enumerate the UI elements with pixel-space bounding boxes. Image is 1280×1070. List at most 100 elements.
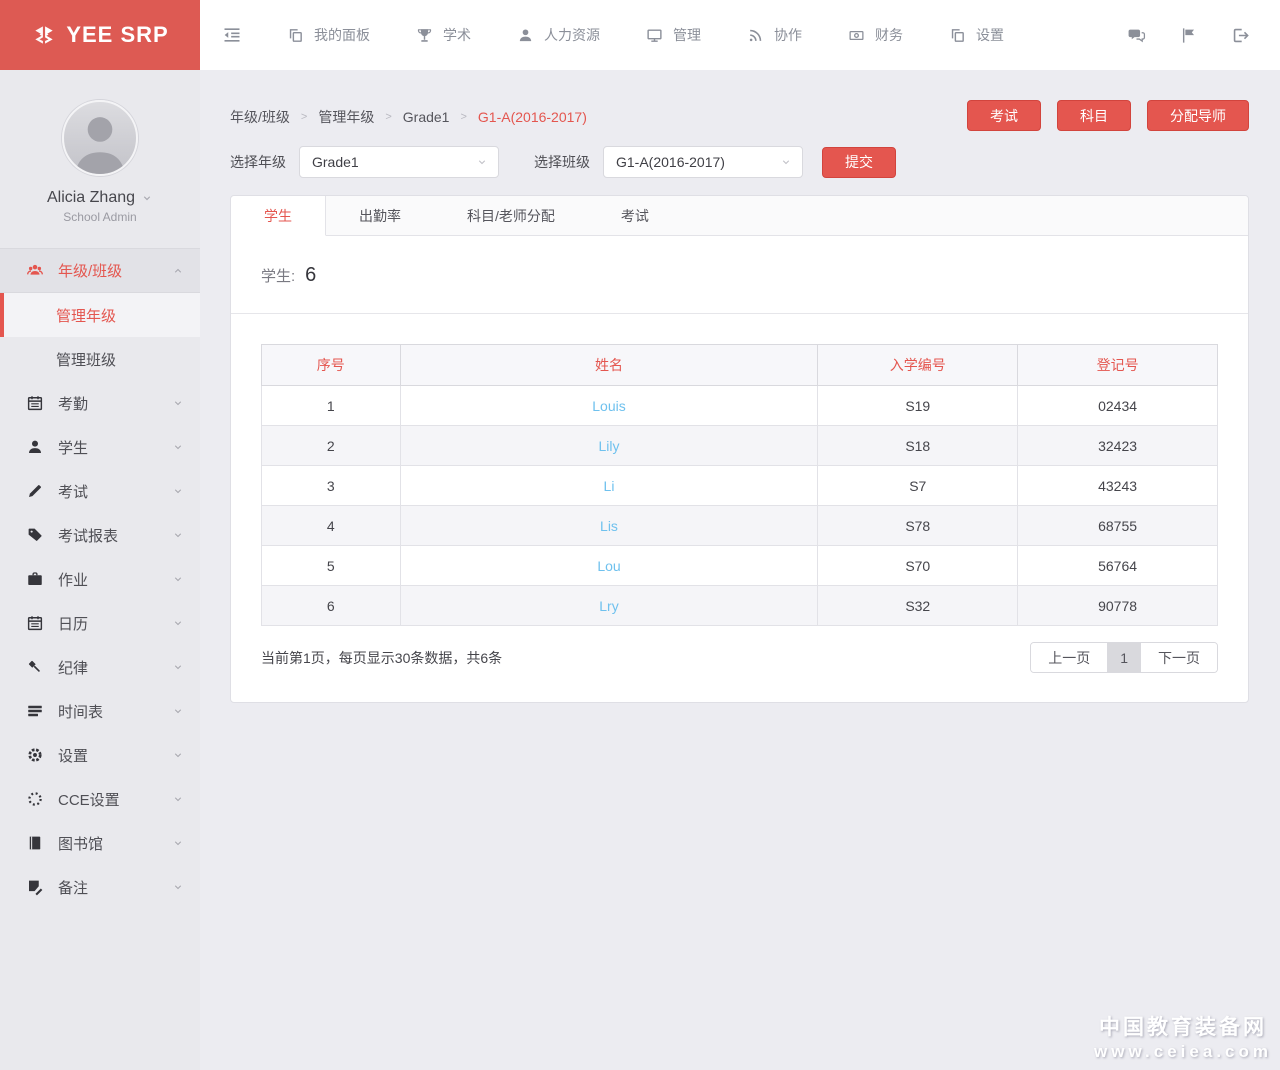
student-name-link[interactable]: Lry (599, 598, 618, 614)
sidebar-item-exams[interactable]: 考试 (0, 469, 200, 513)
sidebar-item-label: 年级/班级 (58, 260, 122, 281)
cell-serial: 5 (262, 546, 401, 586)
student-name-link[interactable]: Louis (592, 398, 625, 414)
table-row: 5 Lou S70 56764 (262, 546, 1218, 586)
sidebar-item-remarks[interactable]: 备注 (0, 865, 200, 909)
chevron-down-icon (172, 441, 184, 453)
user-name-dropdown[interactable]: Alicia Zhang (0, 189, 200, 207)
flag-icon (1179, 26, 1198, 45)
sidebar-subitem-manage-grades[interactable]: 管理年级 (0, 293, 200, 337)
col-header-serial[interactable]: 序号 (262, 345, 401, 386)
gear-icon (26, 746, 45, 765)
cell-serial: 1 (262, 386, 401, 426)
sidebar-item-students[interactable]: 学生 (0, 425, 200, 469)
current-page-button[interactable]: 1 (1107, 643, 1140, 672)
student-count-summary: 学生: 6 (231, 236, 1248, 314)
student-name-link[interactable]: Lou (597, 558, 620, 574)
nav-item-collaborate[interactable]: 协作 (724, 0, 825, 70)
assign-tutor-button[interactable]: 分配导师 (1147, 100, 1249, 131)
watermark-url: www.ceiea.com (1094, 1042, 1272, 1062)
nav-item-finance[interactable]: 财务 (825, 0, 926, 70)
sidebar-subitem-label: 管理年级 (56, 305, 116, 326)
nav-item-dashboard[interactable]: 我的面板 (264, 0, 393, 70)
tab-subject-teacher-assign[interactable]: 科目/老师分配 (434, 196, 588, 235)
flag-button[interactable] (1162, 0, 1214, 70)
col-header-register-no[interactable]: 登记号 (1018, 345, 1218, 386)
tab-bar: 学生 出勤率 科目/老师分配 考试 (231, 196, 1248, 236)
sidebar-item-cce-settings[interactable]: CCE设置 (0, 777, 200, 821)
sidebar-item-label: 考勤 (58, 393, 88, 414)
chat-button[interactable] (1110, 0, 1162, 70)
chevron-down-icon (172, 881, 184, 893)
student-name-link[interactable]: Li (604, 478, 615, 494)
breadcrumb: 年级/班级 > 管理年级 > Grade1 > G1-A(2016-2017) (230, 100, 587, 127)
tab-exams[interactable]: 考试 (588, 196, 682, 235)
sidebar-item-label: 作业 (58, 569, 88, 590)
sidebar-item-library[interactable]: 图书馆 (0, 821, 200, 865)
cell-admission-no: S70 (818, 546, 1018, 586)
book-icon (26, 834, 45, 853)
student-count-value: 6 (305, 264, 316, 287)
nav-item-settings[interactable]: 设置 (926, 0, 1027, 70)
submit-button[interactable]: 提交 (822, 147, 896, 178)
sidebar-item-label: CCE设置 (58, 789, 120, 810)
breadcrumb-current: G1-A(2016-2017) (478, 109, 587, 125)
cell-serial: 2 (262, 426, 401, 466)
chevron-down-icon (172, 661, 184, 673)
chevron-down-icon (172, 529, 184, 541)
breadcrumb-separator: > (385, 111, 391, 123)
chevron-down-icon (172, 749, 184, 761)
logout-button[interactable] (1214, 0, 1266, 70)
student-name-link[interactable]: Lily (598, 438, 619, 454)
sidebar-item-grades-classes[interactable]: 年级/班级 (0, 249, 200, 293)
sidebar-item-label: 考试 (58, 481, 88, 502)
users-group-icon (26, 261, 45, 280)
grade-select[interactable]: Grade1 (299, 146, 499, 178)
sidebar-item-discipline[interactable]: 纪律 (0, 645, 200, 689)
cell-serial: 4 (262, 506, 401, 546)
sidebar-collapse-toggle[interactable] (200, 0, 264, 70)
student-name-link[interactable]: Lis (600, 518, 618, 534)
chevron-down-icon (172, 485, 184, 497)
cell-register-no: 90778 (1018, 586, 1218, 626)
copy-icon (949, 27, 966, 44)
avatar[interactable] (62, 100, 138, 176)
breadcrumb-item[interactable]: 管理年级 (318, 107, 374, 127)
nav-item-hr[interactable]: 人力资源 (494, 0, 623, 70)
col-header-name[interactable]: 姓名 (400, 345, 818, 386)
chevron-up-icon (172, 265, 184, 277)
chevron-down-icon (172, 573, 184, 585)
cell-admission-no: S32 (818, 586, 1018, 626)
prev-page-button[interactable]: 上一页 (1031, 643, 1107, 672)
nav-item-label: 设置 (976, 25, 1004, 45)
students-table-wrap: 序号 姓名 入学编号 登记号 1 Louis S19 02434 2 (231, 314, 1248, 626)
chevron-down-icon (172, 617, 184, 629)
breadcrumb-item[interactable]: 年级/班级 (230, 107, 290, 127)
sidebar-item-homework[interactable]: 作业 (0, 557, 200, 601)
exam-button[interactable]: 考试 (967, 100, 1041, 131)
nav-item-admin[interactable]: 管理 (623, 0, 724, 70)
subject-button[interactable]: 科目 (1057, 100, 1131, 131)
briefcase-icon (26, 570, 45, 589)
user-name: Alicia Zhang (47, 189, 135, 207)
cell-serial: 6 (262, 586, 401, 626)
breadcrumb-item[interactable]: Grade1 (403, 109, 450, 125)
nav-item-label: 财务 (875, 25, 903, 45)
sidebar-item-timetable[interactable]: 时间表 (0, 689, 200, 733)
sidebar-item-calendar[interactable]: 日历 (0, 601, 200, 645)
sidebar-item-settings[interactable]: 设置 (0, 733, 200, 777)
col-header-admission-no[interactable]: 入学编号 (818, 345, 1018, 386)
next-page-button[interactable]: 下一页 (1140, 643, 1217, 672)
sidebar-item-exam-reports[interactable]: 考试报表 (0, 513, 200, 557)
filter-bar: 选择年级 Grade1 选择班级 G1-A(2016-2017) 提交 (230, 146, 1249, 178)
class-select[interactable]: G1-A(2016-2017) (603, 146, 803, 178)
tab-students[interactable]: 学生 (231, 196, 326, 236)
table-row: 1 Louis S19 02434 (262, 386, 1218, 426)
sidebar-subitem-manage-classes[interactable]: 管理班级 (0, 337, 200, 381)
sidebar-item-attendance[interactable]: 考勤 (0, 381, 200, 425)
nav-item-academic[interactable]: 学术 (393, 0, 494, 70)
tab-attendance-rate[interactable]: 出勤率 (326, 196, 434, 235)
brand-logo[interactable]: YEE SRP (0, 0, 200, 70)
sidebar-item-label: 学生 (58, 437, 88, 458)
pagination-controls: 上一页 1 下一页 (1030, 642, 1218, 673)
